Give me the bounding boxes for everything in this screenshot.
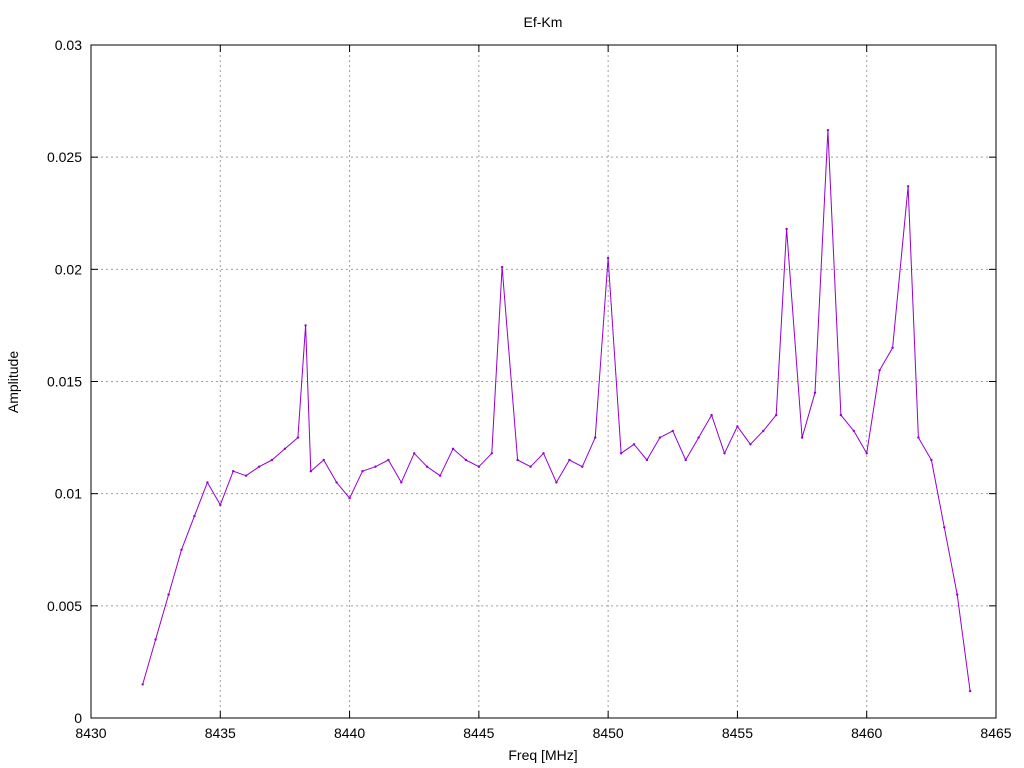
data-point: [296, 436, 300, 439]
data-point: [684, 458, 687, 462]
x-tick-label: 8430: [75, 725, 106, 741]
data-point: [348, 497, 351, 500]
data-point: [697, 436, 700, 439]
data-point: [671, 429, 674, 433]
data-point: [413, 452, 416, 455]
data-point: [270, 458, 274, 462]
data-point: [878, 369, 881, 372]
y-tick-label: 0.015: [47, 374, 82, 390]
data-point: [141, 683, 144, 686]
x-tick-label: 8460: [851, 725, 882, 741]
data-point: [906, 185, 910, 188]
data-point: [542, 452, 545, 455]
data-point: [500, 265, 504, 269]
data-point: [956, 593, 959, 596]
data-point: [335, 481, 338, 484]
data-point: [930, 458, 933, 462]
data-point: [304, 324, 307, 327]
data-point: [645, 458, 649, 462]
data-point: [167, 593, 170, 596]
data-point: [206, 481, 209, 484]
data-point: [516, 458, 519, 462]
data-point: [891, 346, 894, 349]
x-tick-label: 8440: [334, 725, 365, 741]
data-point: [800, 436, 804, 439]
x-tick-label: 8455: [722, 725, 753, 741]
data-point: [257, 465, 261, 468]
y-tick-label: 0.02: [55, 261, 82, 277]
data-point: [917, 436, 920, 439]
data-point: [826, 129, 830, 132]
data-point: [852, 429, 855, 433]
data-point: [400, 481, 403, 484]
data-point: [736, 425, 739, 428]
data-point: [632, 443, 636, 446]
y-tick-label: 0.005: [47, 598, 82, 614]
y-tick-label: 0.01: [55, 486, 82, 502]
data-point: [968, 689, 972, 693]
data-point: [387, 458, 390, 462]
data-point: [529, 465, 532, 468]
y-tick-labels: 0 0.005 0.01 0.015 0.02 0.025 0.03: [47, 37, 82, 726]
data-point: [464, 458, 468, 462]
data-point: [594, 436, 597, 439]
data-point: [283, 447, 287, 450]
y-tick-label: 0.03: [55, 37, 82, 53]
data-point: [451, 447, 455, 450]
chart-title: Ef-Km: [524, 14, 563, 30]
data-point: [438, 474, 442, 477]
x-axis-label: Freq [MHz]: [508, 747, 577, 763]
data-point: [309, 470, 312, 473]
data-point: [477, 465, 481, 468]
x-tick-label: 8450: [593, 725, 624, 741]
data-point: [193, 514, 196, 518]
y-axis-label: Amplitude: [5, 351, 21, 413]
data-point: [749, 443, 752, 446]
data-point: [775, 413, 778, 417]
data-point: [374, 465, 377, 468]
data-point: [555, 481, 558, 484]
y-tick-label: 0: [74, 710, 82, 726]
data-point: [785, 227, 788, 231]
data-point: [658, 436, 662, 439]
data-point: [490, 452, 493, 455]
data-point: [232, 470, 235, 473]
data-point: [361, 470, 364, 473]
data-point: [180, 548, 183, 551]
data-point: [619, 452, 623, 455]
x-tick-label: 8445: [463, 725, 494, 741]
data-point: [219, 503, 222, 507]
data-point: [813, 391, 817, 394]
data-point: [839, 413, 843, 417]
data-point: [762, 429, 765, 433]
y-tick-label: 0.025: [47, 149, 82, 165]
x-tick-label: 8465: [980, 725, 1011, 741]
data-point: [865, 452, 868, 455]
line-chart: 8430 8435 8440 8445 8450 8455 8460 8465 00.0050…: [5, 14, 1012, 763]
data-point: [943, 526, 946, 529]
data-point: [322, 458, 325, 462]
data-point: [154, 638, 157, 641]
data-point: [568, 458, 571, 462]
x-tick-labels: 8430 8435 8440 8445 8450 8455 8460 8465: [75, 725, 1011, 741]
data-point: [244, 474, 248, 477]
data-point: [425, 465, 429, 468]
data-point: [581, 465, 584, 468]
data-point: [723, 452, 726, 455]
data-point: [606, 256, 610, 260]
x-tick-label: 8435: [205, 725, 236, 741]
data-point: [710, 413, 713, 417]
